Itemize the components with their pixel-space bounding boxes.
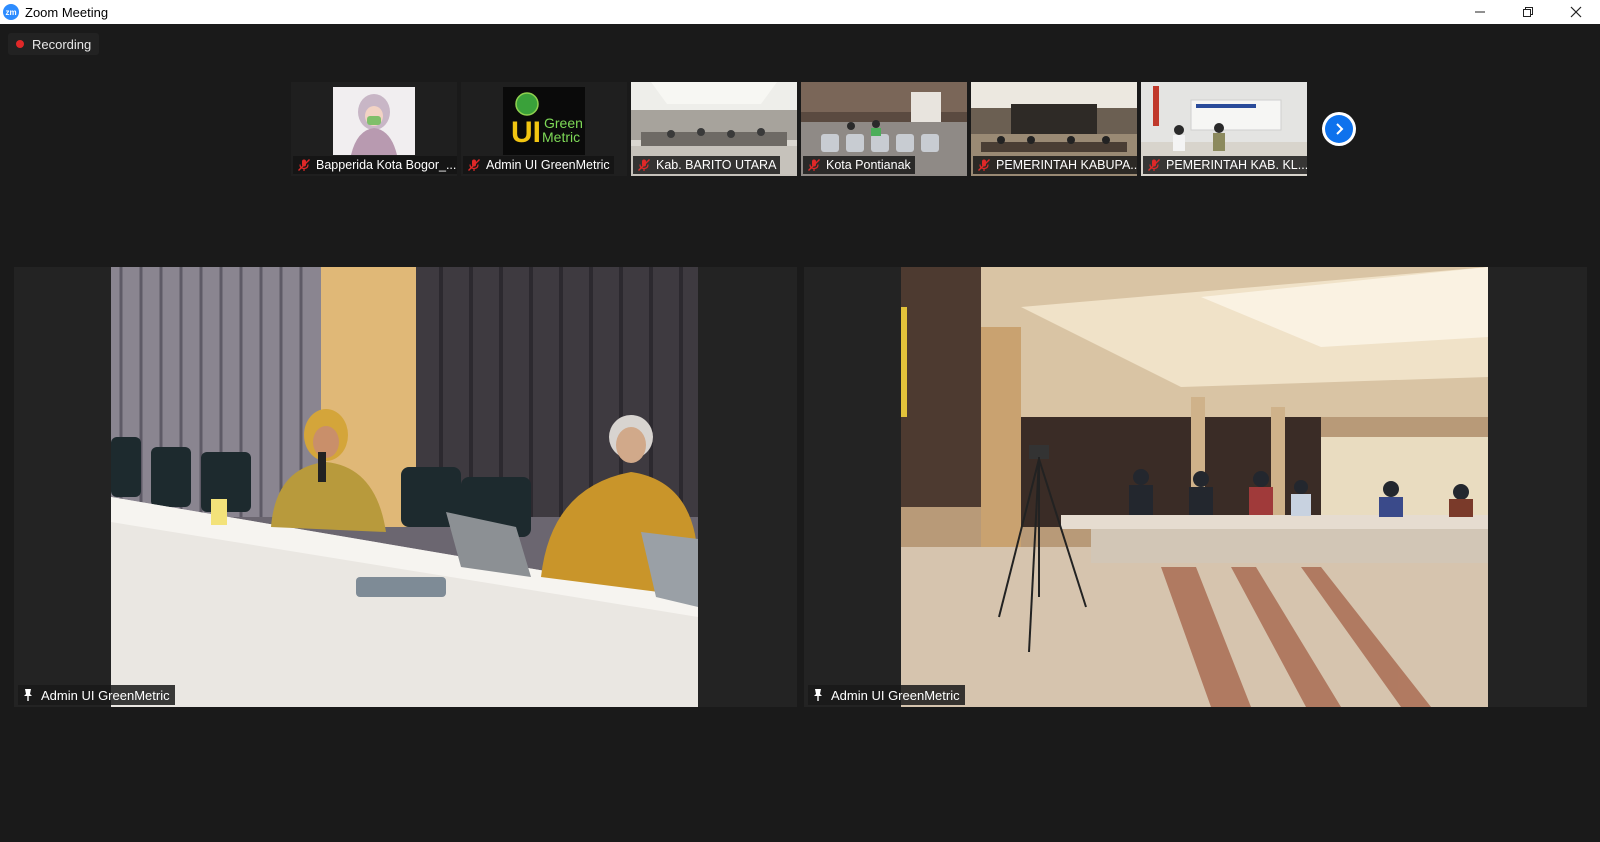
participant-name-label: Kab. BARITO UTARA <box>633 156 781 174</box>
title-bar: zm Zoom Meeting <box>0 0 1600 24</box>
participant-thumbnail[interactable]: PEMERINTAH KAB. KL... <box>1141 82 1307 176</box>
participant-name-label: PEMERINTAH KABUPA... <box>973 156 1137 174</box>
close-button[interactable] <box>1552 0 1600 24</box>
participant-thumbnail[interactable]: PEMERINTAH KABUPA... <box>971 82 1137 176</box>
minimize-button[interactable] <box>1456 0 1504 24</box>
minimize-icon <box>1475 11 1485 13</box>
microphone-muted-icon <box>808 159 820 171</box>
logo-text-metric: Metric <box>542 129 580 145</box>
participant-name: Bapperida Kota Bogor_... <box>316 158 457 172</box>
next-participants-button[interactable] <box>1322 112 1356 146</box>
participant-name-label: Kota Pontianak <box>803 156 915 174</box>
window-title: Zoom Meeting <box>25 4 109 20</box>
participant-name-label: PEMERINTAH KAB. KL... <box>1143 156 1307 174</box>
logo-text-ui: UI <box>511 116 541 149</box>
participant-video <box>901 267 1488 707</box>
participant-name: Admin UI GreenMetric <box>486 158 610 172</box>
participant-name: Admin UI GreenMetric <box>41 687 170 703</box>
participant-name: Kota Pontianak <box>826 158 911 172</box>
participant-name: Admin UI GreenMetric <box>831 687 960 703</box>
recording-dot-icon <box>16 40 24 48</box>
window-controls <box>1456 0 1600 24</box>
restore-button[interactable] <box>1504 0 1552 24</box>
participant-video <box>111 267 698 707</box>
microphone-muted-icon <box>468 159 480 171</box>
pin-icon <box>24 689 32 701</box>
microphone-muted-icon <box>638 159 650 171</box>
recording-label: Recording <box>32 36 92 52</box>
next-button-circle <box>1325 115 1353 143</box>
participant-name: Kab. BARITO UTARA <box>656 158 777 172</box>
recording-indicator[interactable]: Recording <box>8 33 100 55</box>
participant-name: PEMERINTAH KABUPA... <box>996 158 1137 172</box>
zoom-logo-icon: zm <box>3 4 19 20</box>
participant-thumbnail[interactable]: Kota Pontianak <box>801 82 967 176</box>
participant-thumbnail[interactable]: Bapperida Kota Bogor_... <box>291 82 457 176</box>
participant-thumbnail[interactable]: Kab. BARITO UTARA <box>631 82 797 176</box>
participant-name-label: Admin UI GreenMetric <box>18 685 175 705</box>
chevron-right-icon <box>1336 123 1344 135</box>
microphone-muted-icon <box>298 159 310 171</box>
participant-name: PEMERINTAH KAB. KL... <box>1166 158 1307 172</box>
participant-name-label: Admin UI GreenMetric <box>463 156 614 174</box>
video-tile[interactable]: Admin UI GreenMetric <box>14 267 797 707</box>
restore-icon <box>1523 7 1533 17</box>
close-icon <box>1570 6 1582 18</box>
participant-thumbnail[interactable]: UI Green Metric Admin UI GreenMetric <box>461 82 627 176</box>
participant-name-label: Bapperida Kota Bogor_... <box>293 156 457 174</box>
pin-icon <box>814 689 822 701</box>
microphone-muted-icon <box>978 159 990 171</box>
participant-name-label: Admin UI GreenMetric <box>808 685 965 705</box>
microphone-muted-icon <box>1148 159 1160 171</box>
video-tile[interactable]: Admin UI GreenMetric <box>804 267 1587 707</box>
